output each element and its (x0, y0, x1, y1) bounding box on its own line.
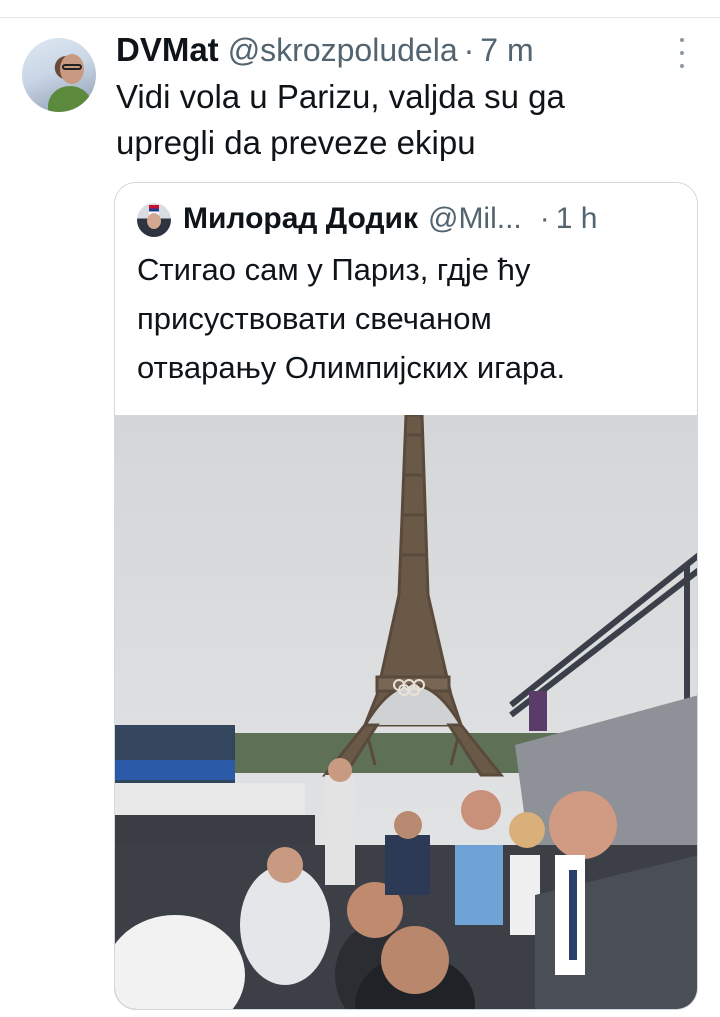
quoted-tweet-photo[interactable] (115, 415, 697, 1009)
quoted-author-handle[interactable]: @Mil... (428, 202, 522, 236)
tweet-text: Vidi vola u Parizu, valjda su ga upregli… (116, 78, 565, 161)
top-divider (0, 17, 720, 18)
quoted-author-avatar[interactable] (137, 203, 171, 237)
avatar-glasses (62, 64, 82, 70)
tweet-timestamp[interactable]: 7 m (480, 32, 533, 69)
quoted-tweet-header: Милорад Додик @Mil... · 1 h (183, 199, 683, 239)
separator-dot: · (463, 31, 475, 68)
left-stand-blue (115, 760, 235, 780)
author-avatar[interactable] (22, 38, 96, 112)
avatar-shoulder (48, 86, 92, 112)
quoted-author-name[interactable]: Милорад Додик (183, 202, 418, 236)
screen (529, 691, 547, 731)
quoted-tweet-timestamp[interactable]: 1 h (556, 202, 598, 236)
separator-dot: · (539, 202, 550, 235)
author-name[interactable]: DVMat (116, 31, 219, 69)
quoted-tweet-card[interactable]: Милорад Додик @Mil... · 1 h Стигао сам у… (114, 182, 698, 1010)
author-handle[interactable]: @skrozpoludela (228, 32, 458, 69)
more-options-icon[interactable] (672, 38, 692, 68)
avatar-face (147, 213, 161, 229)
tweet-header: DVMat @skrozpoludela · 7 m (116, 30, 534, 70)
quoted-tweet-text: Стигао сам у Париз, гдје ћу присуствоват… (137, 252, 566, 385)
